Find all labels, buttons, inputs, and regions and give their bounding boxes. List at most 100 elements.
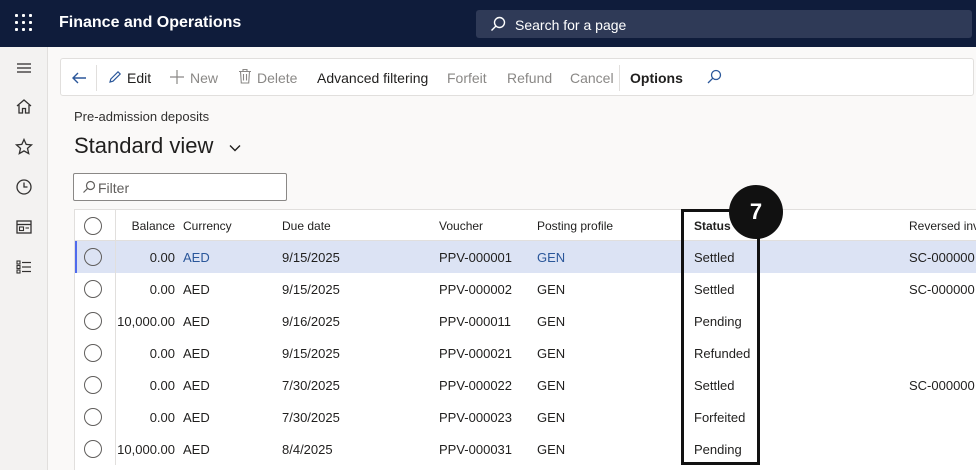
grid-header-row: Balance Currency Due date Voucher Postin…: [75, 210, 976, 241]
column-header-due-date[interactable]: Due date: [282, 219, 331, 233]
balance-cell: 0.00: [149, 250, 175, 265]
column-header-posting-profile[interactable]: Posting profile: [537, 219, 613, 233]
currency-cell: AED: [183, 282, 210, 297]
due-date-cell: 8/4/2025: [282, 442, 333, 457]
toolbar-divider: [96, 65, 97, 91]
voucher-cell: PPV-000001: [439, 250, 513, 265]
posting-profile-cell: GEN: [537, 442, 566, 457]
view-selector[interactable]: Standard view: [74, 133, 213, 159]
table-row[interactable]: 10,000.00 AED 8/4/2025 PPV-000031 GEN Pending: [75, 433, 976, 465]
toolbar-divider: [619, 65, 620, 91]
star-icon[interactable]: [14, 137, 34, 157]
voucher-cell: PPV-000021: [439, 346, 513, 361]
search-icon[interactable]: [706, 69, 722, 85]
edit-button[interactable]: Edit: [127, 70, 151, 86]
pencil-icon: [109, 70, 122, 83]
cancel-button[interactable]: Cancel: [570, 70, 614, 86]
column-header-reversed-invoice[interactable]: Reversed inv: [909, 219, 976, 233]
deposits-grid: Balance Currency Due date Voucher Postin…: [74, 209, 976, 470]
voucher-cell: PPV-000031: [439, 442, 513, 457]
balance-cell: 0.00: [149, 378, 175, 393]
reversed-invoice-cell: SC-000000: [909, 282, 975, 297]
select-all-radio[interactable]: [84, 217, 102, 235]
clock-icon[interactable]: [14, 177, 34, 197]
row-select-radio[interactable]: [84, 376, 102, 394]
back-arrow-icon[interactable]: [70, 69, 88, 87]
app-launcher-icon[interactable]: [14, 13, 34, 33]
column-divider: [115, 401, 116, 433]
trash-icon: [239, 68, 251, 84]
table-row[interactable]: 0.00 AED 7/30/2025 PPV-000022 GEN Settled SC-0…: [75, 369, 976, 401]
posting-profile-cell: GEN: [537, 346, 566, 361]
list-icon[interactable]: [14, 257, 34, 277]
column-divider: [115, 433, 116, 465]
currency-cell[interactable]: AED: [183, 250, 210, 265]
new-button[interactable]: New: [190, 70, 218, 86]
voucher-cell: PPV-000022: [439, 378, 513, 393]
table-row[interactable]: 0.00 AED 7/30/2025 PPV-000023 GEN Forfeited: [75, 401, 976, 433]
table-row[interactable]: 0.00 AED 9/15/2025 PPV-000021 GEN Refunded: [75, 337, 976, 369]
row-select-radio[interactable]: [84, 408, 102, 426]
reversed-invoice-cell: SC-000000: [909, 250, 975, 265]
search-icon: [491, 16, 506, 31]
currency-cell: AED: [183, 314, 210, 329]
column-divider: [115, 369, 116, 401]
row-select-radio[interactable]: [84, 440, 102, 458]
options-tab[interactable]: Options: [630, 70, 683, 86]
posting-profile-cell[interactable]: GEN: [537, 250, 565, 265]
balance-cell: 0.00: [149, 346, 175, 361]
advanced-filtering-button[interactable]: Advanced filtering: [317, 70, 428, 86]
currency-cell: AED: [183, 410, 210, 425]
column-divider: [115, 210, 116, 241]
column-divider: [115, 273, 116, 305]
table-row[interactable]: 10,000.00 AED 9/16/2025 PPV-000011 GEN Pendin…: [75, 305, 976, 337]
due-date-cell: 9/15/2025: [282, 346, 340, 361]
column-header-balance[interactable]: Balance: [132, 219, 175, 233]
step-badge: 7: [729, 185, 783, 239]
row-select-radio[interactable]: [84, 280, 102, 298]
balance-cell: 0.00: [149, 410, 175, 425]
voucher-cell: PPV-000011: [439, 314, 512, 329]
app-title: Finance and Operations: [59, 14, 242, 31]
action-pane: Edit New Delete Advanced filtering Forfe…: [60, 58, 974, 96]
column-divider: [115, 305, 116, 337]
column-header-currency[interactable]: Currency: [183, 219, 232, 233]
voucher-cell: PPV-000002: [439, 282, 513, 297]
table-row[interactable]: 0.00 AED 9/15/2025 PPV-000002 GEN Settled SC-0…: [75, 273, 976, 305]
delete-button[interactable]: Delete: [257, 70, 297, 86]
table-row[interactable]: 0.00 AED 9/15/2025 PPV-000001 GEN Settled SC-0…: [75, 241, 976, 273]
forfeit-button[interactable]: Forfeit: [447, 70, 487, 86]
search-icon: [83, 180, 96, 193]
search-placeholder: Search for a page: [515, 17, 627, 33]
posting-profile-cell: GEN: [537, 314, 566, 329]
plus-icon: [170, 70, 184, 84]
status-column-highlight: [681, 209, 760, 465]
top-bar: Finance and Operations Search for a page: [0, 0, 976, 47]
row-select-radio[interactable]: [84, 248, 102, 266]
posting-profile-cell: GEN: [537, 410, 566, 425]
balance-cell: 10,000.00: [117, 314, 175, 329]
voucher-cell: PPV-000023: [439, 410, 513, 425]
refund-button[interactable]: Refund: [507, 70, 552, 86]
reversed-invoice-cell: SC-000000: [909, 378, 975, 393]
currency-cell: AED: [183, 346, 210, 361]
due-date-cell: 9/16/2025: [282, 314, 340, 329]
chevron-down-icon[interactable]: [228, 143, 242, 153]
column-header-voucher[interactable]: Voucher: [439, 219, 483, 233]
currency-cell: AED: [183, 442, 210, 457]
column-divider: [115, 241, 116, 273]
row-select-radio[interactable]: [84, 344, 102, 362]
due-date-cell: 9/15/2025: [282, 282, 340, 297]
filter-input[interactable]: [98, 178, 278, 197]
due-date-cell: 7/30/2025: [282, 410, 340, 425]
posting-profile-cell: GEN: [537, 378, 566, 393]
hamburger-icon[interactable]: [14, 58, 34, 78]
home-icon[interactable]: [14, 97, 34, 117]
balance-cell: 0.00: [149, 282, 175, 297]
workspace-icon[interactable]: [14, 217, 34, 237]
row-select-radio[interactable]: [84, 312, 102, 330]
balance-cell: 10,000.00: [117, 442, 175, 457]
page-search-box[interactable]: Search for a page: [476, 10, 972, 38]
filter-box[interactable]: [73, 173, 287, 201]
posting-profile-cell: GEN: [537, 282, 566, 297]
